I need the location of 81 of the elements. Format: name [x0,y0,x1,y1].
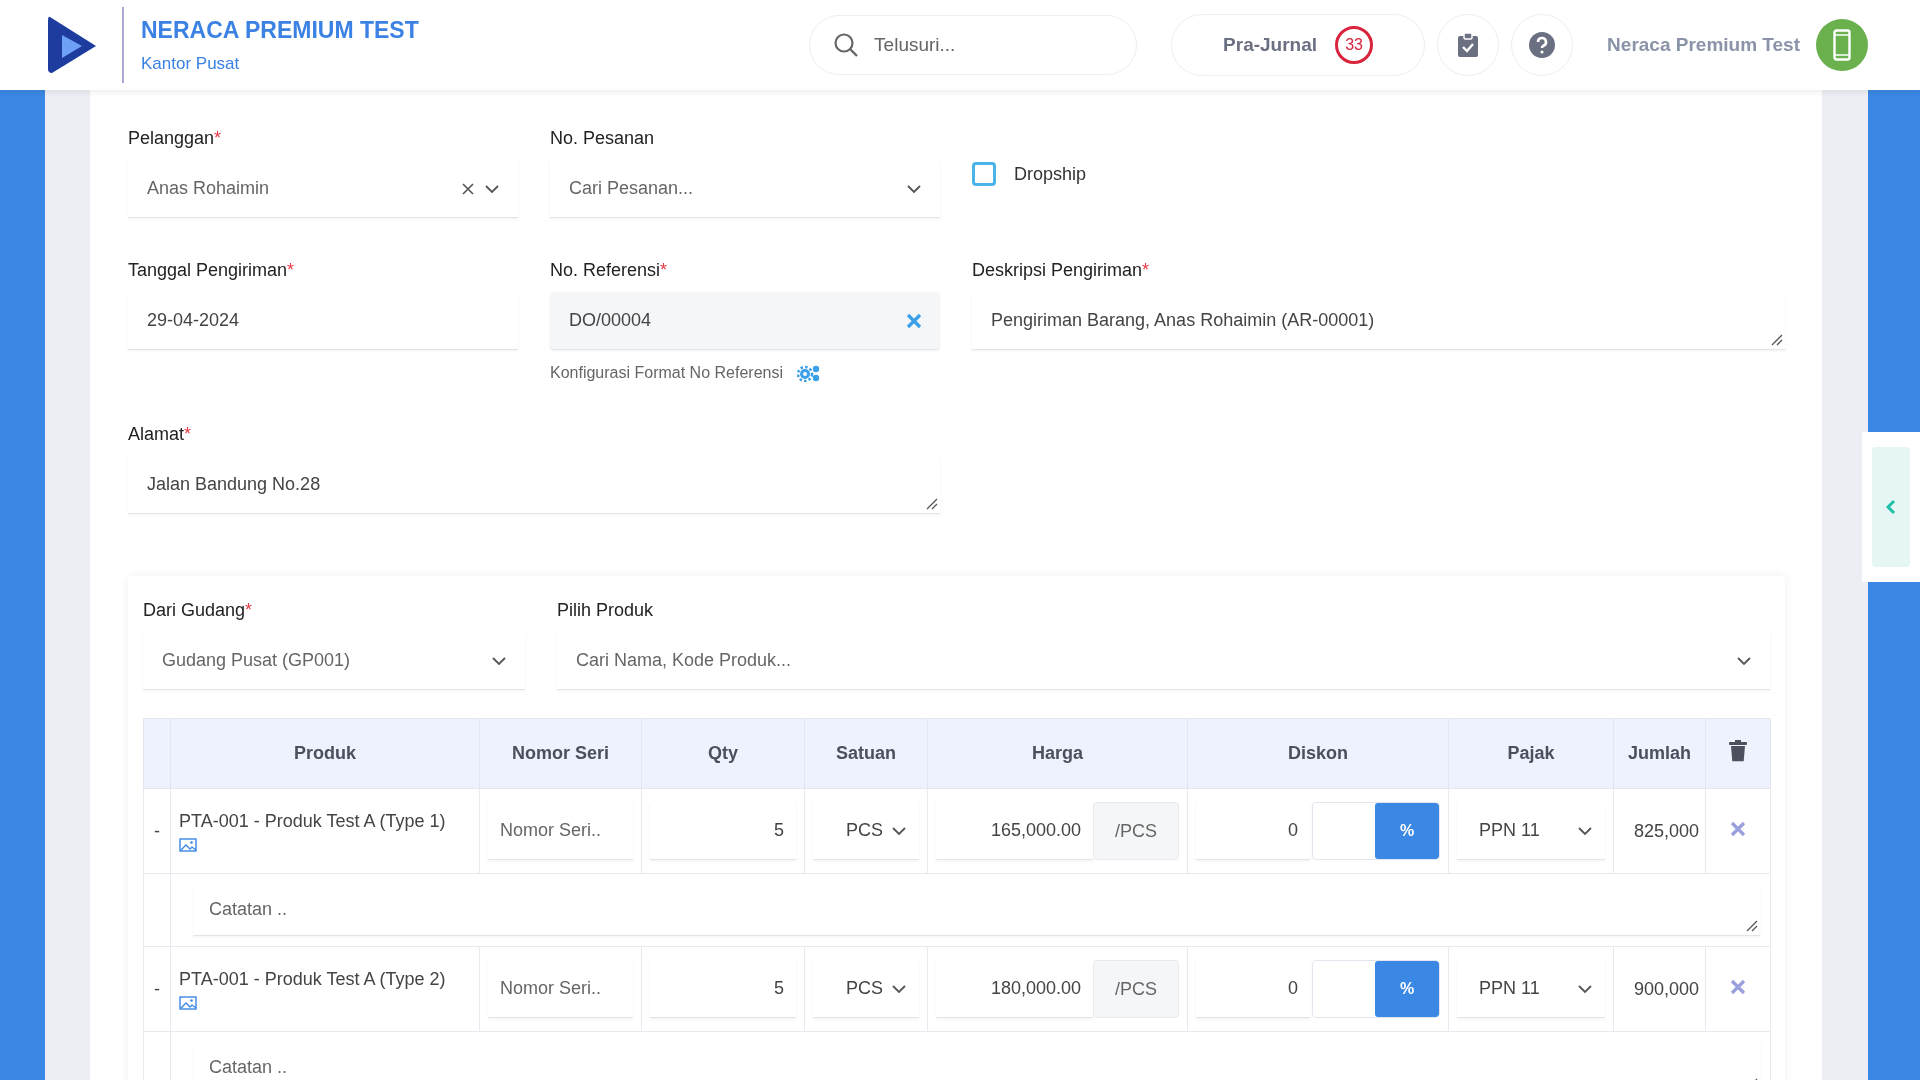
remove-icon[interactable] [1730,978,1746,995]
clear-icon [906,312,922,329]
phone-icon [1833,29,1851,61]
tax-select[interactable]: PPN 11 [1457,960,1605,1018]
search-field[interactable]: Telusuri... [809,15,1138,75]
trash-icon[interactable] [1729,740,1747,762]
company-name: NERACA PREMIUM TEST [141,16,419,44]
column-header: Pajak [1448,718,1614,789]
dropship-checkbox[interactable]: Dropship [972,162,1785,186]
search-icon [833,32,860,58]
price-field[interactable]: 180,000.00 [936,960,1093,1018]
unit-select[interactable]: PCS [813,960,919,1018]
user-avatar[interactable] [1816,19,1868,71]
date-field[interactable]: 29-04-2024 [128,292,518,350]
field-label: Tanggal Pengiriman* [128,259,295,281]
product-select[interactable]: Cari Nama, Kode Produk... [557,632,1770,690]
field-label: No. Pesanan [550,127,655,149]
help-icon [1529,32,1556,58]
discount-field[interactable]: 0 [1196,960,1310,1018]
warehouse-select[interactable]: Gudang Pusat (GP001) [143,632,525,690]
field-label: Pelanggan* [128,127,222,149]
chevron-down-icon [484,183,500,194]
column-header: Satuan [804,718,928,789]
column-header: Produk [170,718,480,789]
chevron-down-icon [1577,825,1593,836]
column-header: Nomor Seri [479,718,642,789]
price-unit: /PCS [1093,960,1179,1018]
chevron-down-icon [906,183,922,194]
image-icon[interactable] [179,995,197,1010]
count-badge: 33 [1335,26,1374,64]
branch-name: Kantor Pusat [141,53,241,74]
product-name: PTA-001 - Produk Test A (Type 1) [179,810,447,832]
serial-field[interactable]: Nomor Seri.. [488,960,633,1018]
qty-field[interactable]: 5 [650,960,796,1018]
row-toggle[interactable]: - [154,820,160,841]
reference-field[interactable]: DO/00004 [550,292,940,350]
description-field[interactable]: Pengiriman Barang, Anas Rohaimin (AR-00001) [972,292,1785,350]
column-header: Diskon [1187,718,1449,789]
remove-icon[interactable] [1730,820,1746,837]
discount-field[interactable]: 0 [1196,802,1310,860]
gears-icon[interactable] [797,364,821,382]
column-header: Jumlah [1613,718,1706,789]
clipboard-check-icon [1458,33,1479,57]
address-field[interactable]: Jalan Bandung No.28 [128,456,940,514]
discount-type-button[interactable]: % [1375,961,1439,1017]
row-total: 825,000 [1633,820,1699,841]
chevron-down-icon [891,983,907,994]
pre-journal-button[interactable]: Pra-Jurnal 33 [1171,14,1426,76]
tax-select[interactable]: PPN 11 [1457,802,1605,860]
side-panel-toggle[interactable] [1872,447,1910,567]
unit-select[interactable]: PCS [813,802,919,860]
field-label: Dari Gudang* [143,599,253,621]
row-toggle[interactable]: - [154,978,160,999]
field-label: No. Referensi* [550,259,668,281]
column-header: Harga [927,718,1188,789]
resize-handle-icon [926,498,938,510]
qty-field[interactable]: 5 [650,802,796,860]
discount-type-button[interactable]: % [1375,803,1439,859]
chevron-left-icon [1886,499,1896,515]
field-label: Pilih Produk [557,599,654,621]
logo-icon [48,15,98,75]
serial-field[interactable]: Nomor Seri.. [488,802,633,860]
config-link[interactable]: Konfigurasi Format No Referensi [550,364,783,382]
image-icon[interactable] [179,837,197,852]
user-name: Neraca Premium Test [1607,34,1800,56]
price-unit: /PCS [1093,802,1179,860]
clear-icon [462,182,474,195]
column-header: Qty [641,718,805,789]
row-total: 900,000 [1633,978,1699,999]
price-field[interactable]: 165,000.00 [936,802,1093,860]
chevron-down-icon [491,655,507,666]
field-label: Alamat* [128,423,192,445]
customer-select[interactable]: Anas Rohaimin [128,160,518,218]
resize-handle-icon [1746,919,1758,932]
product-name: PTA-001 - Produk Test A (Type 2) [179,968,447,990]
chevron-down-icon [1577,983,1593,994]
order-select[interactable]: Cari Pesanan... [550,160,940,218]
chevron-down-icon [891,825,907,836]
chevron-down-icon [1736,655,1752,666]
field-label: Deskripsi Pengiriman* [972,259,1150,281]
resize-handle-icon [1771,334,1783,346]
